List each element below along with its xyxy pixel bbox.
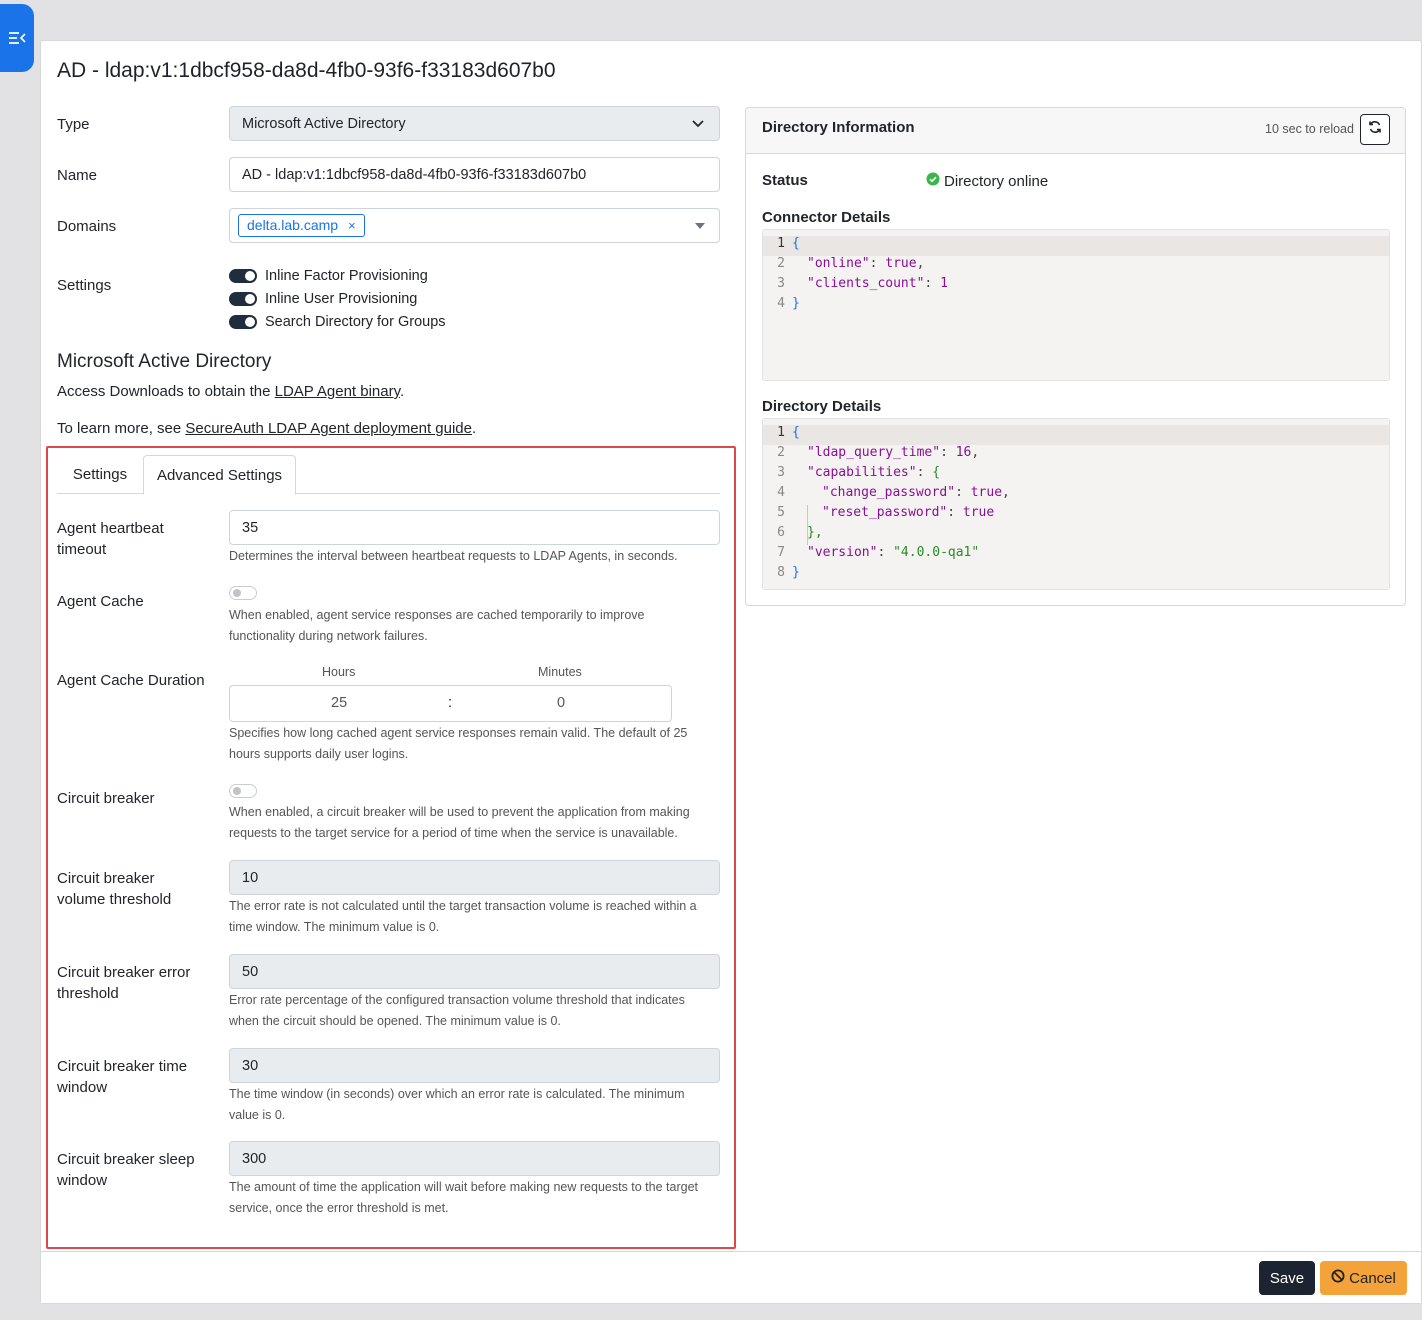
- error-threshold-label: Circuit breaker error threshold: [57, 964, 191, 1002]
- cache-duration-label: Agent Cache Duration: [57, 672, 205, 689]
- form-footer: Save Cancel: [41, 1251, 1421, 1303]
- section-title: Microsoft Active Directory: [57, 351, 272, 372]
- save-button[interactable]: Save: [1259, 1261, 1315, 1295]
- collapse-sidebar-icon: [8, 31, 26, 45]
- settings-tabs: Settings Advanced Settings: [57, 455, 720, 495]
- learn-more-text: To learn more, see SecureAuth LDAP Agent…: [57, 420, 476, 437]
- cache-duration-help: Specifies how long cached agent service …: [229, 726, 688, 761]
- circuit-breaker-label: Circuit breaker: [57, 790, 155, 807]
- agent-cache-label: Agent Cache: [57, 593, 144, 610]
- code-line: 1{: [763, 236, 1389, 256]
- sidebar-toggle-button[interactable]: [0, 4, 34, 72]
- error-threshold-help: Error rate percentage of the configured …: [229, 993, 685, 1028]
- toggle-label: Inline Factor Provisioning: [265, 268, 428, 284]
- volume-threshold-help: The error rate is not calculated until t…: [229, 899, 697, 934]
- toggle-label: Search Directory for Groups: [265, 314, 446, 330]
- code-line: 8}: [777, 565, 800, 580]
- reload-countdown: 10 sec to reload: [1265, 122, 1354, 136]
- domain-tag-label: delta.lab.camp: [247, 217, 339, 233]
- code-line: 1{: [763, 425, 1389, 445]
- time-window-label: Circuit breaker time window: [57, 1058, 188, 1096]
- agent-cache-toggle[interactable]: [229, 586, 257, 600]
- volume-threshold-label: Circuit breaker volume threshold: [57, 870, 172, 908]
- heartbeat-input[interactable]: 35: [229, 510, 720, 545]
- sleep-window-label: Circuit breaker sleep window: [57, 1151, 195, 1189]
- directory-information-panel: Directory Information 10 sec to reload S…: [745, 107, 1406, 606]
- error-threshold-input[interactable]: 50: [229, 954, 720, 989]
- cancel-label: Cancel: [1349, 1269, 1396, 1287]
- directory-information-title: Directory Information: [762, 119, 915, 136]
- minutes-input[interactable]: 0: [557, 695, 565, 711]
- status-label: Status: [762, 172, 808, 189]
- heartbeat-help: Determines the interval between heartbea…: [229, 549, 678, 563]
- toggle-inline-factor-provisioning[interactable]: Inline Factor Provisioning: [229, 268, 428, 284]
- check-circle-icon: [926, 172, 944, 190]
- chevron-down-icon: [691, 116, 705, 134]
- code-line: 4}: [777, 296, 800, 311]
- heartbeat-label: Agent heartbeat timeout: [57, 520, 164, 558]
- domains-multiselect[interactable]: delta.lab.camp ×: [229, 208, 720, 243]
- page-title: AD - ldap:v1:1dbcf958-da8d-4fb0-93f6-f33…: [57, 59, 556, 82]
- minutes-label: Minutes: [538, 665, 582, 679]
- toggle-switch[interactable]: [229, 269, 257, 283]
- toggle-search-directory-for-groups[interactable]: Search Directory for Groups: [229, 314, 446, 330]
- remove-tag-icon[interactable]: ×: [348, 218, 356, 233]
- toggle-switch[interactable]: [229, 292, 257, 306]
- connector-details-label: Connector Details: [762, 209, 891, 226]
- directory-details-code: 1{ 2 "ldap_query_time": 16, 3 "capabilitie…: [762, 418, 1390, 590]
- tab-settings[interactable]: Settings: [57, 455, 143, 494]
- downloads-prefix: Access Downloads to obtain the: [57, 383, 275, 400]
- ban-icon: [1331, 1269, 1349, 1287]
- downloads-suffix: .: [400, 383, 405, 400]
- code-line: 5 "reset_password": true: [777, 505, 995, 520]
- duration-separator: :: [448, 695, 453, 711]
- caret-down-icon: [695, 223, 705, 229]
- type-select[interactable]: Microsoft Active Directory: [229, 106, 720, 141]
- connector-details-code: 1{ 2 "online": true, 3 "clients_count": 1 …: [762, 229, 1390, 381]
- hours-label: Hours: [322, 665, 356, 679]
- settings-label: Settings: [57, 277, 112, 294]
- toggle-inline-user-provisioning[interactable]: Inline User Provisioning: [229, 291, 417, 307]
- hours-input[interactable]: 25: [331, 695, 347, 711]
- directory-details-label: Directory Details: [762, 398, 882, 415]
- domains-label: Domains: [57, 218, 117, 235]
- status-text: Directory online: [944, 172, 1049, 190]
- refresh-icon: [1368, 120, 1382, 139]
- circuit-breaker-help: When enabled, a circuit breaker will be …: [229, 805, 690, 840]
- sleep-window-input[interactable]: 300: [229, 1141, 720, 1176]
- type-select-value: Microsoft Active Directory: [242, 115, 406, 132]
- time-window-help: The time window (in seconds) over which …: [229, 1087, 685, 1122]
- code-line: 3 "capabilities": {: [777, 465, 941, 480]
- type-label: Type: [57, 116, 90, 133]
- tab-advanced-settings[interactable]: Advanced Settings: [143, 455, 296, 495]
- status-value: Directory online: [926, 172, 1048, 190]
- cache-duration-input: 25 : 0: [229, 685, 672, 722]
- directory-edit-card: AD - ldap:v1:1dbcf958-da8d-4fb0-93f6-f33…: [40, 40, 1422, 1304]
- code-line: 2 "online": true,: [777, 256, 925, 271]
- code-line: 2 "ldap_query_time": 16,: [777, 445, 980, 460]
- code-line: 7 "version": "4.0.0-qa1": [777, 545, 980, 560]
- cancel-button[interactable]: Cancel: [1320, 1261, 1407, 1295]
- name-input[interactable]: AD - ldap:v1:1dbcf958-da8d-4fb0-93f6-f33…: [229, 157, 720, 192]
- learn-prefix: To learn more, see: [57, 420, 186, 437]
- toggle-switch[interactable]: [229, 315, 257, 329]
- volume-threshold-input[interactable]: 10: [229, 860, 720, 895]
- time-window-input[interactable]: 30: [229, 1048, 720, 1083]
- domain-tag: delta.lab.camp ×: [238, 214, 365, 237]
- name-label: Name: [57, 167, 98, 184]
- circuit-breaker-toggle[interactable]: [229, 784, 257, 798]
- directory-information-header: Directory Information 10 sec to reload: [746, 108, 1405, 154]
- sleep-window-help: The amount of time the application will …: [229, 1180, 699, 1215]
- code-line: 4 "change_password": true,: [777, 485, 1010, 500]
- downloads-text: Access Downloads to obtain the LDAP Agen…: [57, 383, 404, 400]
- deployment-guide-link[interactable]: SecureAuth LDAP Agent deployment guide: [185, 420, 472, 437]
- toggle-label: Inline User Provisioning: [265, 291, 418, 307]
- learn-suffix: .: [472, 420, 477, 437]
- ldap-agent-binary-link[interactable]: LDAP Agent binary: [275, 383, 400, 400]
- agent-cache-help: When enabled, agent service responses ar…: [229, 608, 645, 643]
- code-line: 6},: [777, 525, 823, 540]
- code-line: 3 "clients_count": 1: [777, 276, 948, 291]
- reload-button[interactable]: [1360, 114, 1390, 145]
